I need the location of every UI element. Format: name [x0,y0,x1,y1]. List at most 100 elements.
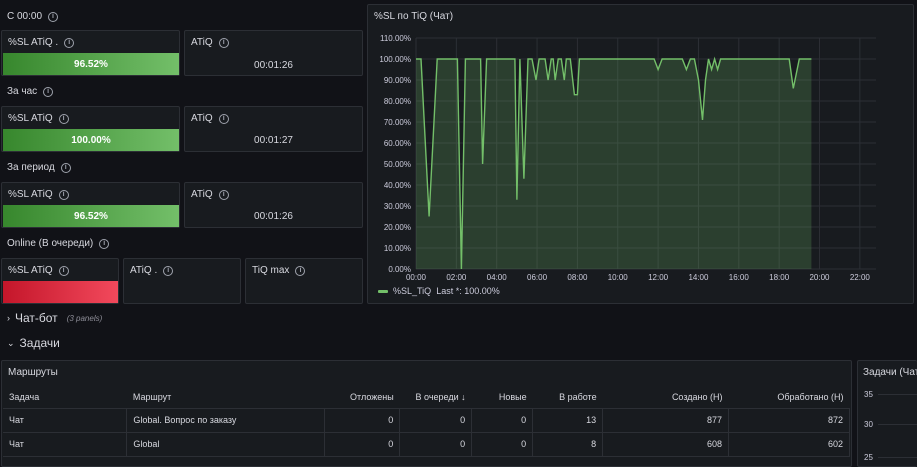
sl-atiq-panel-2: %SL ATiQ i 100.00% [1,106,180,152]
legend-label: %SL_TiQ [393,286,432,296]
col-header-deferred[interactable]: Отложены [324,386,400,409]
atiq-panel-1: ATiQ i 00:01:26 [184,30,363,76]
info-icon[interactable]: i [218,189,229,200]
panel-title: ATiQ [191,113,213,124]
atiq-panel-3: ATiQ i 00:01:26 [184,182,363,228]
chart-legend[interactable]: %SL_TiQ Last *: 100.00% [378,286,500,296]
y-tick-label: 25 [864,453,873,462]
y-tick-label: 20.00% [384,223,411,232]
legend-swatch [378,289,388,293]
x-tick-label: 16:00 [729,273,750,282]
y-tick-label: 80.00% [384,97,411,106]
y-tick-label: 35 [864,390,873,399]
info-icon[interactable]: i [163,265,174,276]
col-header-in-progress[interactable]: В работе [532,386,603,409]
sl-gauge-bar: 100.00% [3,129,179,151]
y-tick-label: 60.00% [384,139,411,148]
panel-title: %SL ATiQ . [8,37,59,48]
table-row[interactable]: Чат Global 0 0 0 8 608 602 [3,432,850,457]
info-icon[interactable]: i [48,11,59,22]
col-header-created[interactable]: Создано (Н) [602,386,729,409]
y-tick-label: 90.00% [384,76,411,85]
table-row[interactable]: Чат Global. Вопрос по заказу 0 0 0 13 87… [3,408,850,433]
section-period: За период i [7,162,71,173]
sl-atiq-online-panel: %SL ATiQ i [1,258,119,304]
y-tick-label: 30 [864,420,873,429]
section-last-hour-label: За час [7,86,38,97]
sl-atiq-panel-1: %SL ATiQ . i 96.52% [1,30,180,76]
y-tick-label: 30.00% [384,202,411,211]
info-icon[interactable]: i [295,265,306,276]
tiq-max-panel: TiQ max i [245,258,363,304]
x-tick-label: 14:00 [688,273,709,282]
row-panel-count: (3 panels) [66,313,103,323]
sl-gauge-bar: 96.52% [3,205,179,227]
x-tick-label: 04:00 [487,273,508,282]
x-tick-label: 02:00 [446,273,467,282]
panel-title: ATiQ . [130,265,158,276]
y-tick-label: 70.00% [384,118,411,127]
chevron-right-icon: › [7,313,10,323]
row-chatbot[interactable]: › Чат-бот (3 panels) [0,309,917,327]
info-icon[interactable]: i [218,113,229,124]
x-tick-label: 10:00 [608,273,629,282]
info-icon[interactable]: i [64,37,75,48]
routes-table: Задача Маршрут Отложены В очереди ↓ Новы… [3,386,850,457]
row-title: Задачи [19,336,60,350]
panel-title: Задачи (Чат [863,367,917,378]
info-icon[interactable]: i [43,86,54,97]
sl-tiq-chart-panel: %SL по TiQ (Чат) 0.00% 10.00% 20.00% 30.00%… [367,4,914,304]
row-tasks[interactable]: ⌄ Задачи [0,334,917,352]
panel-title: %SL ATiQ [8,113,53,124]
panel-title: TiQ max [252,265,290,276]
x-tick-label: 18:00 [769,273,790,282]
section-last-hour: За час i [7,86,54,97]
section-online-label: Online (В очереди) [7,238,94,249]
col-header-route[interactable]: Маршрут [126,386,325,409]
atiq-online-panel: ATiQ . i [123,258,241,304]
sl-atiq-panel-3: %SL ATiQ i 96.52% [1,182,180,228]
section-since-midnight-label: С 00:00 [7,11,43,22]
panel-title: Маршруты [8,367,58,378]
y-tick-label: 40.00% [384,181,411,190]
section-period-label: За период [7,162,55,173]
col-header-task[interactable]: Задача [3,386,127,409]
series-area [416,59,812,269]
x-tick-label: 06:00 [527,273,548,282]
x-tick-label: 20:00 [809,273,830,282]
info-icon[interactable]: i [99,238,110,249]
atiq-value: 00:01:26 [254,60,293,71]
atiq-value: 00:01:27 [254,135,293,146]
col-header-processed[interactable]: Обработано (Н) [728,386,850,409]
section-online: Online (В очереди) i [7,238,110,249]
col-header-new[interactable]: Новые [471,386,533,409]
info-icon[interactable]: i [60,162,71,173]
sl-gauge-bar-empty [3,281,118,303]
info-icon[interactable]: i [58,265,69,276]
sl-tiq-chart[interactable]: 0.00%10.00%20.00%30.00%40.00%50.00%60.00… [368,5,915,305]
col-header-in-queue[interactable]: В очереди ↓ [399,386,472,409]
panel-title: ATiQ [191,189,213,200]
panel-title: %SL ATiQ [8,265,53,276]
panel-title: %SL ATiQ [8,189,53,200]
routes-table-panel: Маршруты Задача Маршрут Отложены В очере… [1,360,852,467]
x-tick-label: 12:00 [648,273,669,282]
tasks-chat-panel: Задачи (Чат 35 30 25 [857,360,917,467]
x-tick-label: 00:00 [406,273,427,282]
section-since-midnight: С 00:00 i [7,11,59,22]
sl-gauge-bar: 96.52% [3,53,179,75]
atiq-value: 00:01:26 [254,211,293,222]
y-tick-label: 100.00% [379,55,411,64]
y-tick-label: 110.00% [380,34,411,43]
info-icon[interactable]: i [58,189,69,200]
y-tick-label: 50.00% [384,160,411,169]
panel-title: ATiQ [191,37,213,48]
table-header-row: Задача Маршрут Отложены В очереди ↓ Новы… [3,386,850,409]
info-icon[interactable]: i [218,37,229,48]
chevron-down-icon: ⌄ [7,337,15,348]
sort-desc-icon: ↓ [461,391,466,402]
legend-last-value: Last *: 100.00% [436,286,500,296]
info-icon[interactable]: i [58,113,69,124]
y-tick-label: 10.00% [384,244,411,253]
atiq-panel-2: ATiQ i 00:01:27 [184,106,363,152]
